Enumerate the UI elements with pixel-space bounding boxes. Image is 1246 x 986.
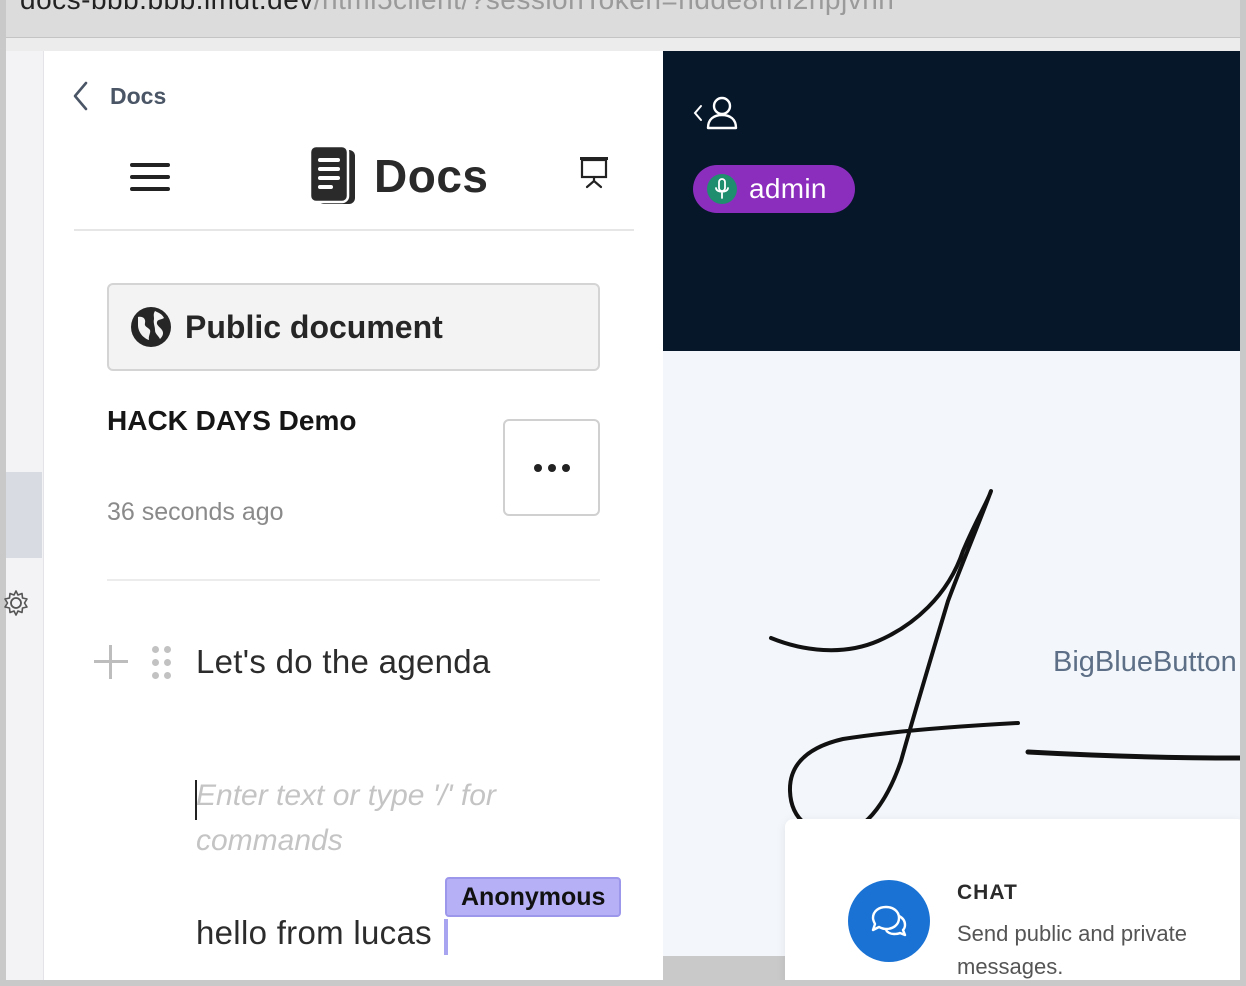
video-area: admin: [663, 51, 1240, 351]
back-to-docs-link[interactable]: Docs: [72, 81, 166, 111]
hamburger-icon[interactable]: [130, 163, 170, 193]
plus-icon[interactable]: [94, 645, 128, 679]
editor-text-line[interactable]: hello from lucas: [196, 914, 432, 952]
presentation-icon[interactable]: [578, 155, 610, 189]
document-icon: [308, 145, 355, 204]
public-document-button[interactable]: Public document: [107, 283, 600, 371]
window-frame-bottom: [0, 980, 1246, 986]
address-bar-url: docs-bbb.bbb.imdt.dev/html5client/?sessi…: [20, 0, 894, 16]
document-title: HACK DAYS Demo: [107, 405, 357, 436]
user-list-toggle[interactable]: [693, 95, 739, 131]
chevron-left-icon: [693, 105, 702, 121]
divider: [107, 579, 600, 581]
docs-brand: Docs: [308, 145, 488, 207]
gear-icon[interactable]: [2, 589, 30, 617]
brand-name: Docs: [374, 150, 489, 202]
editor-block[interactable]: Let's do the agenda: [94, 643, 491, 681]
more-options-button[interactable]: [503, 419, 600, 516]
nav-active-item[interactable]: [6, 472, 42, 558]
address-bar[interactable]: docs-bbb.bbb.imdt.dev/html5client/?sessi…: [6, 0, 1240, 38]
last-edited-time: 36 seconds ago: [107, 498, 284, 526]
docs-header: Docs: [74, 137, 634, 231]
toolbar-gap: [6, 38, 1240, 51]
chat-card[interactable]: CHAT Send public and private messages.: [785, 819, 1245, 986]
left-nav-strip: [4, 51, 44, 980]
remote-cursor: [444, 919, 448, 955]
speaker-name: admin: [749, 173, 827, 204]
talking-indicator[interactable]: admin: [693, 165, 855, 213]
block-text[interactable]: Let's do the agenda: [196, 643, 491, 681]
drag-handle-icon[interactable]: [152, 645, 174, 679]
chat-card-title: CHAT: [957, 881, 1018, 904]
docs-panel: Docs Docs Public document HACK DAYS Demo…: [44, 51, 663, 980]
url-path: /html5client/?sessionToken=hdde8rth2hpjv…: [314, 0, 895, 15]
chat-card-description: Send public and private messages.: [957, 921, 1187, 979]
window-frame: [1240, 0, 1246, 986]
url-host: docs-bbb.bbb.imdt.dev: [20, 0, 314, 15]
user-icon: [706, 96, 738, 130]
more-icon: [533, 463, 542, 472]
empty-block-placeholder[interactable]: Enter text or type '/' for commands: [196, 773, 576, 863]
chevron-left-icon: [73, 81, 88, 111]
remote-cursor-label: Anonymous: [445, 877, 622, 917]
chat-icon: [848, 880, 930, 962]
whiteboard-text: BigBlueButton: [1053, 646, 1237, 678]
back-label: Docs: [110, 82, 167, 109]
globe-icon: [131, 307, 171, 347]
microphone-icon: [707, 174, 737, 204]
public-document-label: Public document: [185, 308, 443, 345]
